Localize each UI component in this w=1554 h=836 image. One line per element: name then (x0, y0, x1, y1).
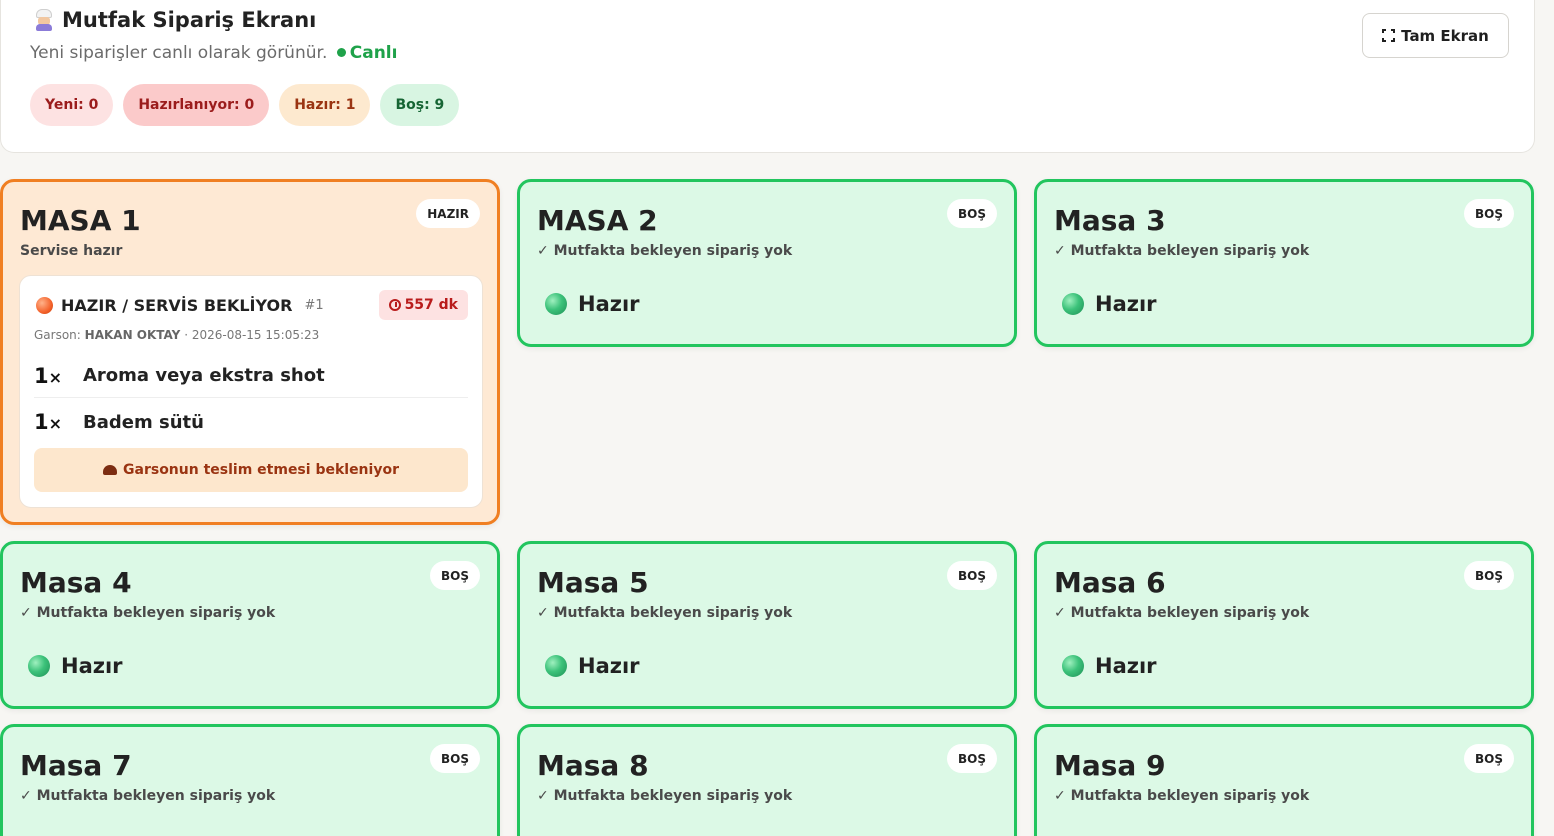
order-status: HAZIR / SERVİS BEKLİYOR #1 (36, 296, 324, 315)
table-name: Masa 3 (1054, 204, 1166, 237)
green-dot-icon (545, 293, 567, 315)
chef-icon (34, 9, 54, 31)
stopwatch-icon (388, 299, 401, 311)
ready-indicator: Hazır (28, 654, 123, 678)
table-status-badge: BOŞ (947, 561, 997, 590)
item-qty-unit: × (48, 367, 63, 387)
table-card-7[interactable]: Masa 7 BOŞ ✓ Mutfakta bekleyen sipariş y… (0, 724, 500, 836)
fullscreen-button[interactable]: Tam Ekran (1362, 13, 1509, 58)
ready-label: Hazır (61, 654, 123, 678)
status-dot-icon (36, 297, 53, 314)
ready-label: Hazır (578, 654, 640, 678)
subtitle-text: Yeni siparişler canlı olarak görünür. (30, 43, 328, 63)
waiter-name: HAKAN OKTAY (84, 328, 181, 342)
kitchen-header: Mutfak Sipariş Ekranı Yeni siparişler ca… (0, 0, 1535, 153)
ready-label: Hazır (1095, 654, 1157, 678)
awaiting-delivery-label: Garsonun teslim etmesi bekleniyor (123, 462, 399, 478)
table-subtitle: ✓ Mutfakta bekleyen sipariş yok (1054, 788, 1310, 804)
table-name: MASA 2 (537, 204, 658, 237)
green-dot-icon (545, 655, 567, 677)
item-quantity: 1× (34, 364, 83, 388)
order-item: 1× Aroma veya ekstra shot (34, 354, 468, 398)
order-status-label: HAZIR / SERVİS BEKLİYOR (61, 296, 293, 315)
table-status-badge: BOŞ (947, 744, 997, 773)
plate-icon (103, 465, 118, 475)
table-subtitle: ✓ Mutfakta bekleyen sipariş yok (537, 605, 793, 621)
live-dot-icon (336, 48, 346, 57)
table-card-4[interactable]: Masa 4 BOŞ ✓ Mutfakta bekleyen sipariş y… (0, 541, 500, 709)
fullscreen-icon (1382, 29, 1396, 42)
table-name: Masa 9 (1054, 749, 1166, 782)
count-new-badge: Yeni: 0 (30, 84, 114, 126)
table-subtitle: Servise hazır (20, 243, 123, 259)
count-ready-badge: Hazır: 1 (279, 84, 371, 126)
count-preparing-badge: Hazırlanıyor: 0 (123, 84, 270, 126)
table-card-9[interactable]: Masa 9 BOŞ ✓ Mutfakta bekleyen sipariş y… (1034, 724, 1534, 836)
table-name: MASA 1 (20, 204, 141, 237)
table-subtitle: ✓ Mutfakta bekleyen sipariş yok (1054, 605, 1310, 621)
count-empty-badge: Boş: 9 (380, 84, 460, 126)
table-subtitle: ✓ Mutfakta bekleyen sipariş yok (1054, 243, 1310, 259)
table-status-badge: BOŞ (1464, 199, 1514, 228)
green-dot-icon (1062, 293, 1084, 315)
order-item: 1× Badem sütü (34, 400, 468, 444)
green-dot-icon (28, 655, 50, 677)
table-subtitle: ✓ Mutfakta bekleyen sipariş yok (20, 788, 276, 804)
table-card-5[interactable]: Masa 5 BOŞ ✓ Mutfakta bekleyen sipariş y… (517, 541, 1017, 709)
table-status-badge: BOŞ (1464, 561, 1514, 590)
table-subtitle: ✓ Mutfakta bekleyen sipariş yok (537, 243, 793, 259)
item-name: Aroma veya ekstra shot (83, 365, 325, 386)
table-card-8[interactable]: Masa 8 BOŞ ✓ Mutfakta bekleyen sipariş y… (517, 724, 1017, 836)
table-card-2[interactable]: MASA 2 BOŞ ✓ Mutfakta bekleyen sipariş y… (517, 179, 1017, 347)
table-status-badge: BOŞ (430, 561, 480, 590)
order-timestamp: · 2026-08-15 15:05:23 (184, 328, 320, 342)
table-card-6[interactable]: Masa 6 BOŞ ✓ Mutfakta bekleyen sipariş y… (1034, 541, 1534, 709)
ready-indicator: Hazır (1062, 654, 1157, 678)
item-qty-unit: × (48, 414, 63, 433)
ready-indicator: Hazır (545, 654, 640, 678)
title-row: Mutfak Sipariş Ekranı (34, 8, 316, 32)
order-timer-badge: 557 dk (378, 290, 468, 320)
table-status-badge: BOŞ (1464, 744, 1514, 773)
order-card[interactable]: HAZIR / SERVİS BEKLİYOR #1 557 dk Garson… (19, 275, 483, 508)
table-name: Masa 7 (20, 749, 132, 782)
item-name: Badem sütü (83, 411, 204, 433)
table-card-3[interactable]: Masa 3 BOŞ ✓ Mutfakta bekleyen sipariş y… (1034, 179, 1534, 347)
page-subtitle: Yeni siparişler canlı olarak görünür. Ca… (30, 43, 397, 63)
table-subtitle: ✓ Mutfakta bekleyen sipariş yok (537, 788, 793, 804)
ready-indicator: Hazır (1062, 292, 1157, 316)
status-counts: Yeni: 0 Hazırlanıyor: 0 Hazır: 1 Boş: 9 (30, 84, 460, 126)
table-name: Masa 4 (20, 566, 132, 599)
table-status-badge: HAZIR (416, 199, 480, 228)
table-subtitle: ✓ Mutfakta bekleyen sipariş yok (20, 605, 276, 621)
item-qty-value: 1 (34, 410, 49, 434)
table-name: Masa 5 (537, 566, 649, 599)
table-status-badge: BOŞ (430, 744, 480, 773)
ready-label: Hazır (1095, 292, 1157, 316)
item-qty-value: 1 (34, 363, 49, 388)
timer-value: 557 dk (404, 297, 458, 313)
awaiting-delivery-bar: Garsonun teslim etmesi bekleniyor (34, 448, 468, 492)
page-title: Mutfak Sipariş Ekranı (62, 8, 317, 32)
table-status-badge: BOŞ (947, 199, 997, 228)
waiter-info: Garson: HAKAN OKTAY · 2026-08-15 15:05:2… (34, 328, 319, 342)
live-indicator: Canlı (349, 43, 398, 63)
table-card-1[interactable]: MASA 1 HAZIR Servise hazır HAZIR / SERVİ… (0, 179, 500, 525)
waiter-prefix: Garson: (34, 328, 81, 342)
table-name: Masa 8 (537, 749, 649, 782)
item-quantity: 1× (34, 410, 83, 434)
ready-label: Hazır (578, 292, 640, 316)
fullscreen-label: Tam Ekran (1401, 26, 1489, 45)
table-name: Masa 6 (1054, 566, 1166, 599)
ready-indicator: Hazır (545, 292, 640, 316)
order-number: #1 (304, 298, 324, 313)
green-dot-icon (1062, 655, 1084, 677)
